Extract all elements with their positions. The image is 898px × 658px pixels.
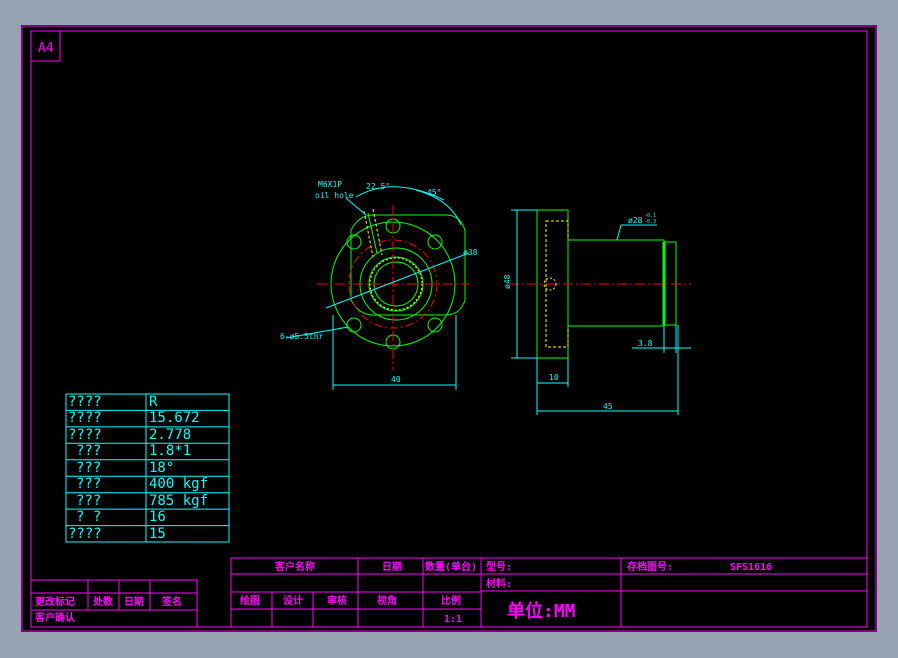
sheet-size-label: A4 (38, 41, 54, 56)
rev-signature: 签名 (161, 595, 182, 608)
angle-a: 22.5° (366, 182, 390, 191)
spec-value-3: 2.778 (149, 427, 191, 443)
spec-label-9: ???? (68, 526, 102, 542)
spec-label-2: ???? (68, 410, 102, 426)
spec-label-8: ? ? (76, 509, 101, 525)
tb-archive-value: SFS1616 (730, 562, 772, 573)
oil-hole-thread: M6X1P (318, 180, 342, 189)
rev-customer-confirm: 客户确认 (34, 611, 76, 624)
tb-drawn: 绘图 (240, 594, 260, 607)
spec-label-3: ???? (68, 427, 102, 443)
spec-value-2: 15.672 (149, 410, 200, 426)
spec-value-1: R (149, 394, 158, 410)
body-tol-lower: -0.3 (644, 219, 656, 225)
tb-quantity: 数量(单台) (425, 560, 477, 573)
rev-change-mark: 更改标记 (35, 595, 75, 608)
oil-hole-note: oil hole (315, 191, 354, 200)
spec-value-7: 785 kgf (149, 493, 208, 509)
spec-value-6: 400 kgf (149, 476, 208, 492)
flange-dia-dim: ø48 (503, 274, 512, 289)
spec-value-5: 18° (149, 460, 174, 476)
front-view (285, 186, 470, 390)
angle-b: 45° (427, 188, 441, 197)
drawing-canvas: A4 ???? R ???? 15.672 ???? 2.778 ??? 1.8… (21, 25, 877, 632)
body-dia-dim: ø28 (628, 216, 643, 225)
tb-archive-label: 存档图号: (627, 560, 673, 573)
width-dim: 40 (391, 375, 401, 384)
drawing-sheet: A4 ???? R ???? 15.672 ???? 2.778 ??? 1.8… (21, 25, 877, 632)
spec-value-9: 15 (149, 526, 166, 542)
tb-design: 设计 (283, 594, 303, 607)
holes-note: 6-ø5.5thr (280, 332, 324, 341)
tb-review: 审核 (327, 594, 347, 607)
tb-model-label: 型号: (486, 560, 512, 573)
tb-unit: 单位:MM (507, 600, 576, 622)
rev-date: 日期 (124, 595, 144, 608)
rev-location: 处数 (92, 595, 114, 608)
tb-customer-name: 客户名称 (274, 560, 315, 573)
groove-dim: 3.8 (638, 339, 653, 348)
spec-value-4: 1.8*1 (149, 443, 191, 459)
spec-label-5: ??? (76, 460, 101, 476)
flange-thk-dim: 10 (549, 373, 559, 382)
length-dim: 45 (603, 402, 613, 411)
tb-date: 日期 (382, 560, 402, 573)
tb-material-label: 材料: (486, 577, 512, 590)
spec-label-7: ??? (76, 493, 101, 509)
spec-label-6: ??? (76, 476, 101, 492)
spec-value-8: 16 (149, 509, 166, 525)
bolt-circle-dim: ø38 (463, 248, 478, 257)
tb-scale-label: 比例 (441, 594, 461, 607)
side-view (509, 209, 691, 415)
spec-label-1: ???? (68, 394, 102, 410)
tb-scale-value: 1:1 (444, 614, 462, 625)
spec-label-4: ??? (76, 443, 101, 459)
tb-projection: 视角 (377, 594, 397, 607)
